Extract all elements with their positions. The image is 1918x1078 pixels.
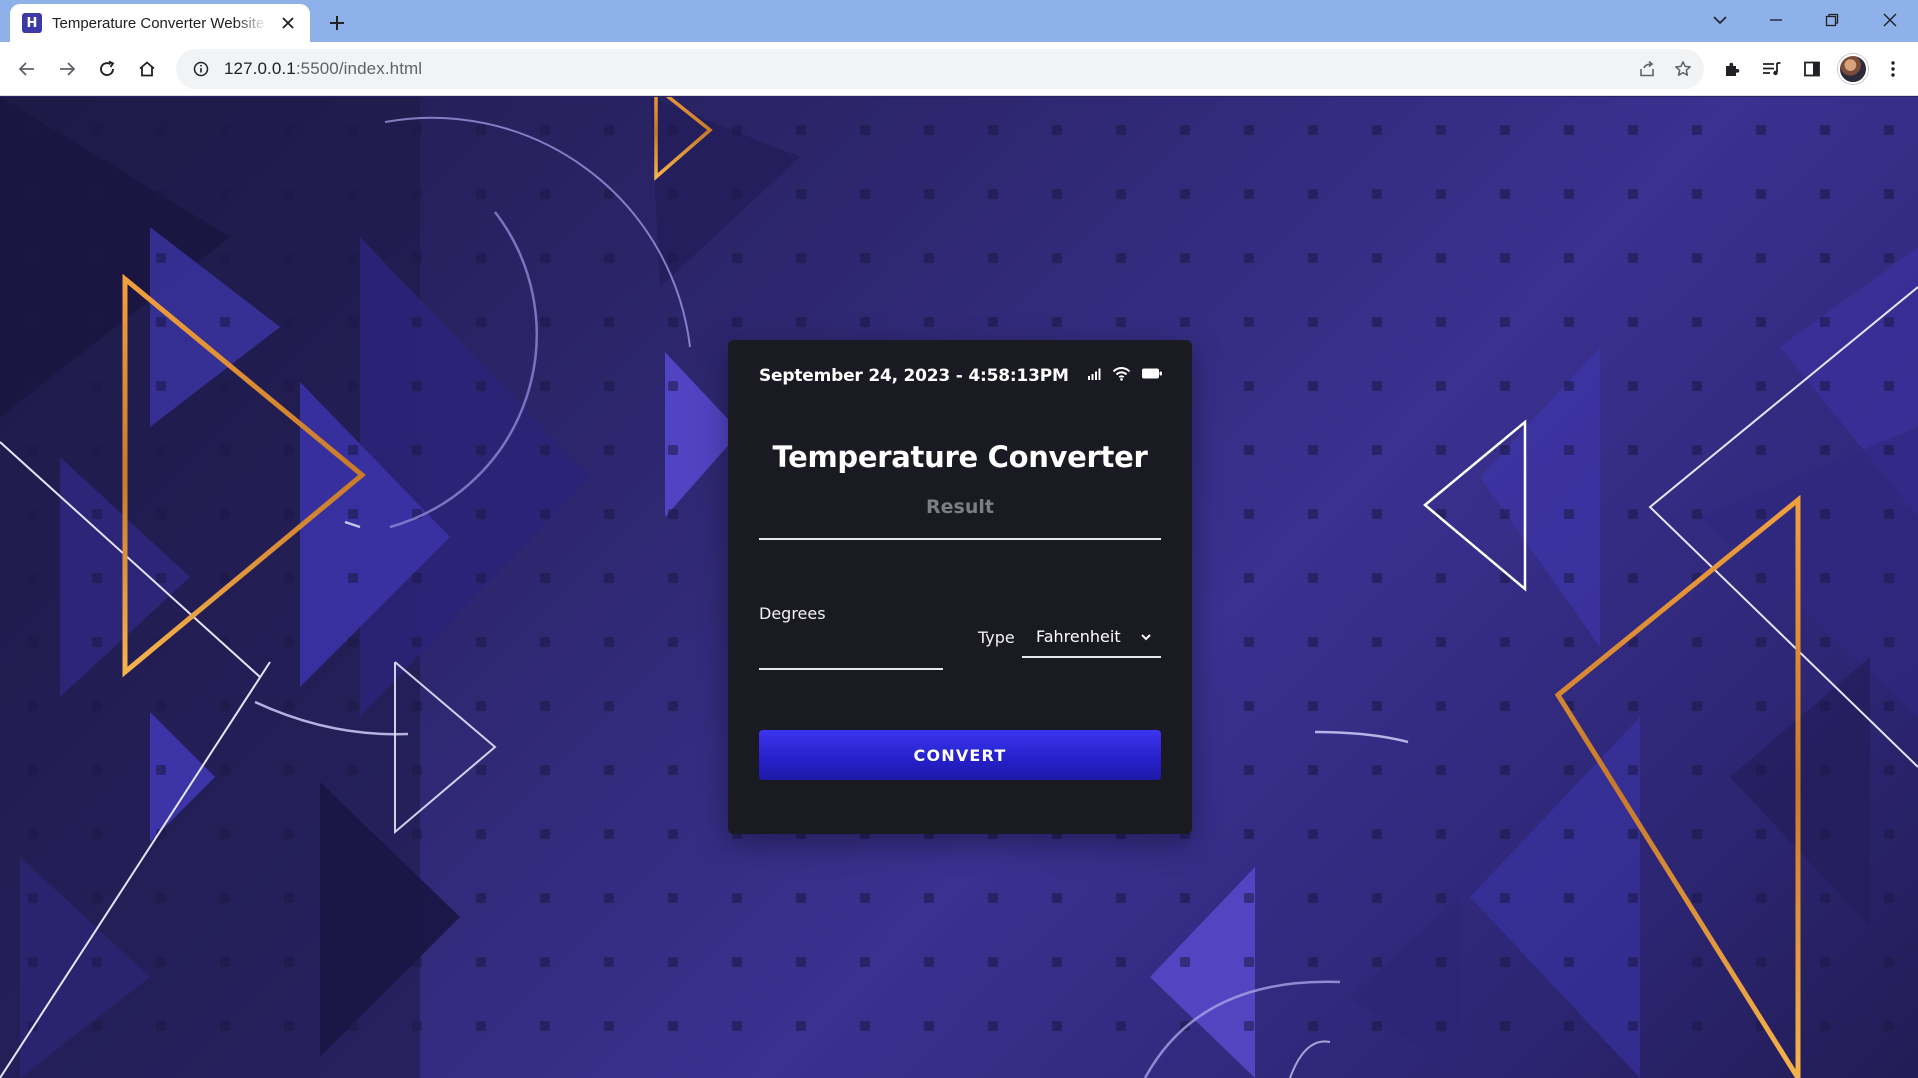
tab-title: Temperature Converter Website [52, 14, 265, 32]
result-label: Result [926, 496, 994, 518]
url-text[interactable]: 127.0.0.1:5500/index.html [224, 59, 422, 79]
site-info-icon[interactable] [190, 58, 212, 80]
bookmark-star-icon[interactable] [1666, 52, 1700, 86]
browser-tab-active[interactable]: H Temperature Converter Website [10, 4, 310, 42]
share-icon[interactable] [1630, 52, 1664, 86]
degrees-input[interactable] [759, 628, 943, 670]
close-tab-icon[interactable] [278, 13, 298, 33]
browser-toolbar: 127.0.0.1:5500/index.html [0, 42, 1918, 96]
new-tab-button[interactable] [322, 8, 352, 38]
degrees-label: Degrees [759, 604, 826, 623]
wifi-icon [1112, 366, 1131, 386]
reload-icon[interactable] [90, 52, 124, 86]
url-host: 127.0.0.1 [224, 59, 296, 78]
status-icons [1087, 366, 1163, 386]
datetime-text: September 24, 2023 - 4:58:13PM [759, 366, 1069, 386]
side-panel-icon[interactable] [1795, 52, 1829, 86]
battery-icon [1141, 367, 1163, 385]
type-label: Type [978, 628, 1015, 647]
chevron-down-icon [1139, 630, 1153, 644]
extensions-icon[interactable] [1715, 52, 1749, 86]
page-viewport: September 24, 2023 - 4:58:13PM Temperatu… [0, 97, 1918, 1078]
type-selected-value: Fahrenheit [1036, 626, 1121, 646]
url-path: :5500/index.html [295, 59, 423, 78]
close-window-icon[interactable] [1870, 4, 1910, 36]
forward-icon[interactable] [50, 52, 84, 86]
restore-icon[interactable] [1812, 4, 1852, 36]
media-queue-icon[interactable] [1755, 52, 1789, 86]
status-bar: September 24, 2023 - 4:58:13PM [759, 364, 1163, 388]
address-bar[interactable]: 127.0.0.1:5500/index.html [176, 49, 1704, 89]
result-display: Result [759, 488, 1161, 540]
profile-avatar[interactable] [1838, 54, 1868, 84]
signal-icon [1087, 367, 1102, 385]
minimize-icon[interactable] [1756, 4, 1796, 36]
type-select[interactable]: Fahrenheit [1022, 616, 1161, 658]
tab-search-icon[interactable] [1700, 4, 1740, 36]
menu-kebab-icon[interactable] [1876, 52, 1910, 86]
page-title: Temperature Converter [772, 440, 1148, 474]
favicon-icon: H [22, 13, 42, 33]
browser-titlebar: H Temperature Converter Website [0, 0, 1918, 42]
back-icon[interactable] [10, 52, 44, 86]
home-icon[interactable] [130, 52, 164, 86]
convert-button[interactable]: CONVERT [759, 730, 1161, 780]
converter-card: September 24, 2023 - 4:58:13PM Temperatu… [728, 340, 1192, 834]
